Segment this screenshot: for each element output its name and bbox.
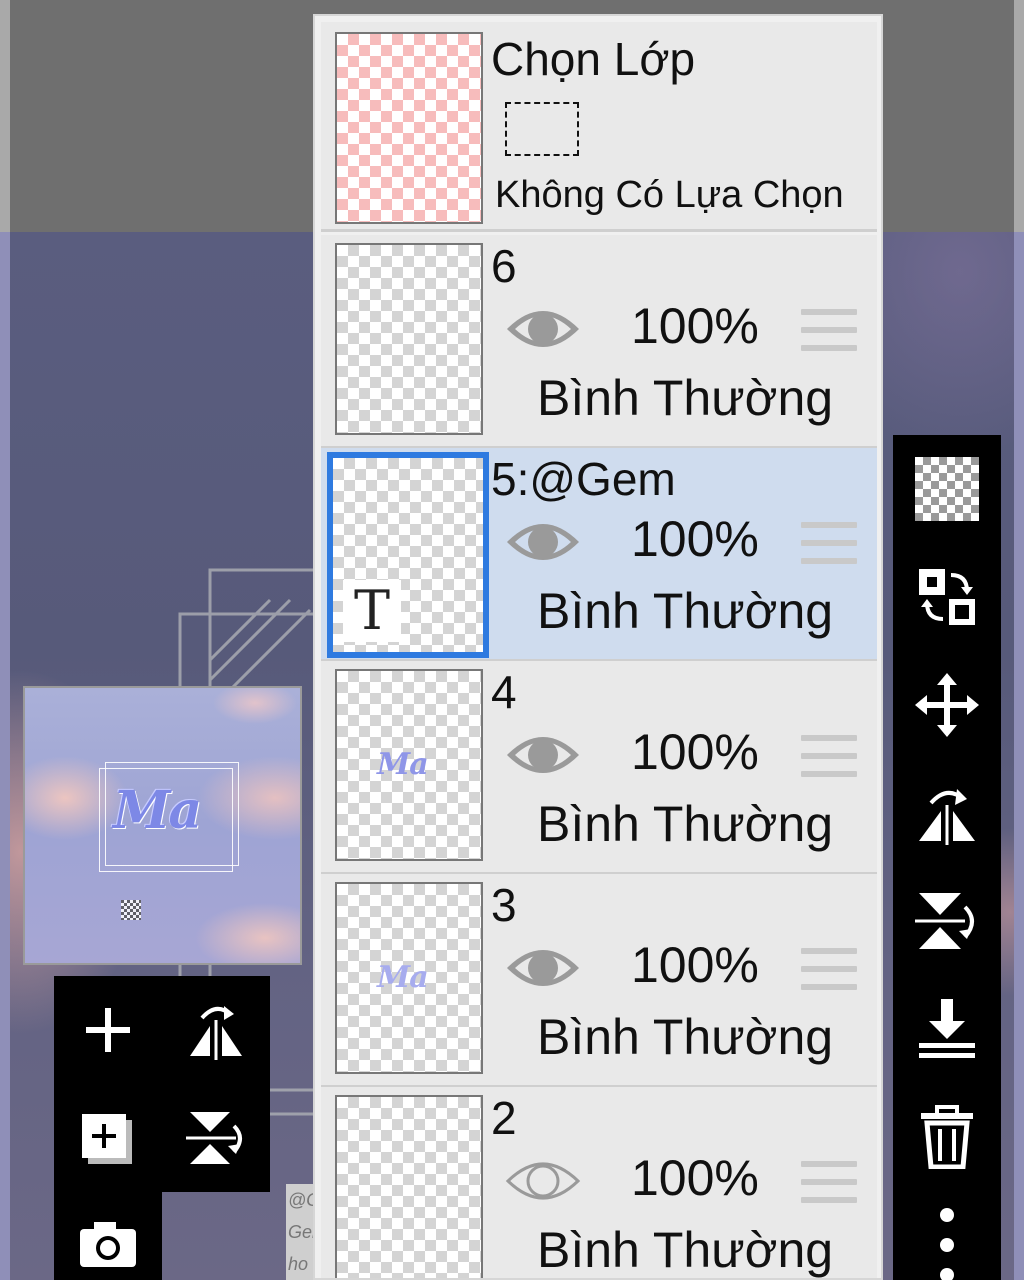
- watermark-line: ho: [288, 1254, 309, 1274]
- canvas-edge-left: [0, 0, 10, 232]
- layer-thumbnail: T: [327, 452, 489, 658]
- flip-horizontal-button[interactable]: [162, 976, 270, 1084]
- selection-layer-thumbnail: [335, 32, 483, 224]
- merge-down-button[interactable]: [893, 975, 1001, 1083]
- layer-opacity[interactable]: 100%: [631, 510, 759, 568]
- layer-thumbnail: [335, 1095, 483, 1278]
- layer-opacity[interactable]: 100%: [631, 1149, 759, 1207]
- flip-horizontal-icon: [919, 789, 975, 845]
- canvas-preview-thumbnail[interactable]: Ma: [23, 686, 302, 965]
- layer-opacity[interactable]: 100%: [631, 723, 759, 781]
- layer-row[interactable]: Ma 4 100% Bình Thường: [321, 661, 877, 875]
- eye-icon[interactable]: [505, 940, 581, 996]
- add-layer-button[interactable]: [54, 976, 162, 1084]
- move-button[interactable]: [893, 651, 1001, 759]
- text-layer-badge: T: [343, 580, 401, 642]
- layer-blend-mode[interactable]: Bình Thường: [537, 369, 833, 427]
- watermark-line: @Ge: [288, 1190, 316, 1210]
- layer-name: 5:@Gem: [491, 453, 676, 505]
- layer-blend-mode[interactable]: Bình Thường: [537, 582, 833, 640]
- layer-blend-mode[interactable]: Bình Thường: [537, 1008, 833, 1066]
- layer-name: 3: [491, 879, 517, 931]
- right-toolbar: [893, 435, 1001, 1280]
- layer-thumbnail: Ma: [335, 669, 483, 861]
- drag-handle-icon[interactable]: [801, 522, 857, 566]
- layer-opacity[interactable]: 100%: [631, 297, 759, 355]
- layer-row[interactable]: 2 100% Bình Thường: [321, 1087, 877, 1278]
- swap-layer-icon: [919, 569, 975, 625]
- flip-horizontal-icon: [190, 1006, 242, 1060]
- drag-handle-icon[interactable]: [801, 735, 857, 779]
- preview-pixel-mark: [121, 900, 141, 920]
- drag-handle-icon[interactable]: [801, 1161, 857, 1205]
- layer-thumbnail-text: Ma: [377, 747, 429, 782]
- delete-layer-button[interactable]: [893, 1083, 1001, 1191]
- selection-layer-row[interactable]: Chọn Lớp Không Có Lựa Chọn: [321, 22, 877, 232]
- swap-layer-button[interactable]: [893, 543, 1001, 651]
- canvas-edge-left: [0, 232, 10, 1280]
- drag-handle-icon[interactable]: [801, 948, 857, 992]
- layer-thumbnail: Ma: [335, 882, 483, 1074]
- layer-panel: Chọn Lớp Không Có Lựa Chọn 6 100% Bình T…: [313, 14, 883, 1280]
- eye-icon[interactable]: [505, 301, 581, 357]
- add-image-layer-button[interactable]: [54, 1084, 162, 1192]
- selection-layer-title: Chọn Lớp: [491, 33, 696, 85]
- layer-thumbnail: [335, 243, 483, 435]
- flip-vertical-icon: [915, 893, 974, 949]
- eye-icon[interactable]: [505, 727, 581, 783]
- watermark-text: @Ge Gen ho: [286, 1184, 316, 1280]
- flip-vertical-icon: [186, 1112, 242, 1164]
- drag-handle-icon[interactable]: [801, 309, 857, 353]
- left-toolbar-extension: [54, 1190, 162, 1280]
- camera-button[interactable]: [54, 1190, 162, 1280]
- selection-marquee-icon: [505, 102, 579, 156]
- preview-text: Ma: [113, 780, 202, 841]
- add-layer-icon: [86, 1008, 130, 1052]
- eye-outline-icon[interactable]: [505, 1153, 581, 1209]
- flip-horizontal-button[interactable]: [893, 759, 1001, 867]
- watermark-line: Gen: [288, 1222, 316, 1242]
- layer-name: 4: [491, 666, 517, 718]
- more-options-icon: [940, 1208, 954, 1280]
- delete-icon: [921, 1105, 973, 1169]
- layer-blend-mode[interactable]: Bình Thường: [537, 795, 833, 853]
- eye-icon[interactable]: [505, 514, 581, 570]
- transparency-checker-icon: [915, 457, 979, 521]
- canvas-edge-right: [1014, 0, 1024, 232]
- layer-thumbnail-text: Ma: [377, 960, 429, 995]
- merge-down-icon: [919, 999, 975, 1058]
- layer-row[interactable]: 6 100% Bình Thường: [321, 235, 877, 449]
- layer-name: 2: [491, 1092, 517, 1144]
- layer-name: 6: [491, 240, 517, 292]
- move-icon: [915, 673, 979, 737]
- layer-row-selected[interactable]: T 5:@Gem 100% Bình Thường: [321, 448, 877, 662]
- layer-opacity[interactable]: 100%: [631, 936, 759, 994]
- transparency-button[interactable]: [893, 435, 1001, 543]
- left-toolbar: [54, 976, 270, 1192]
- flip-vertical-button[interactable]: [162, 1084, 270, 1192]
- more-options-button[interactable]: [893, 1191, 1001, 1280]
- flip-vertical-button[interactable]: [893, 867, 1001, 975]
- camera-icon: [80, 1222, 136, 1267]
- layer-blend-mode[interactable]: Bình Thường: [537, 1221, 833, 1278]
- selection-status: Không Có Lựa Chọn: [495, 174, 844, 216]
- layer-row[interactable]: Ma 3 100% Bình Thường: [321, 874, 877, 1088]
- canvas-edge-right: [1014, 232, 1024, 1280]
- add-image-layer-icon: [82, 1114, 132, 1164]
